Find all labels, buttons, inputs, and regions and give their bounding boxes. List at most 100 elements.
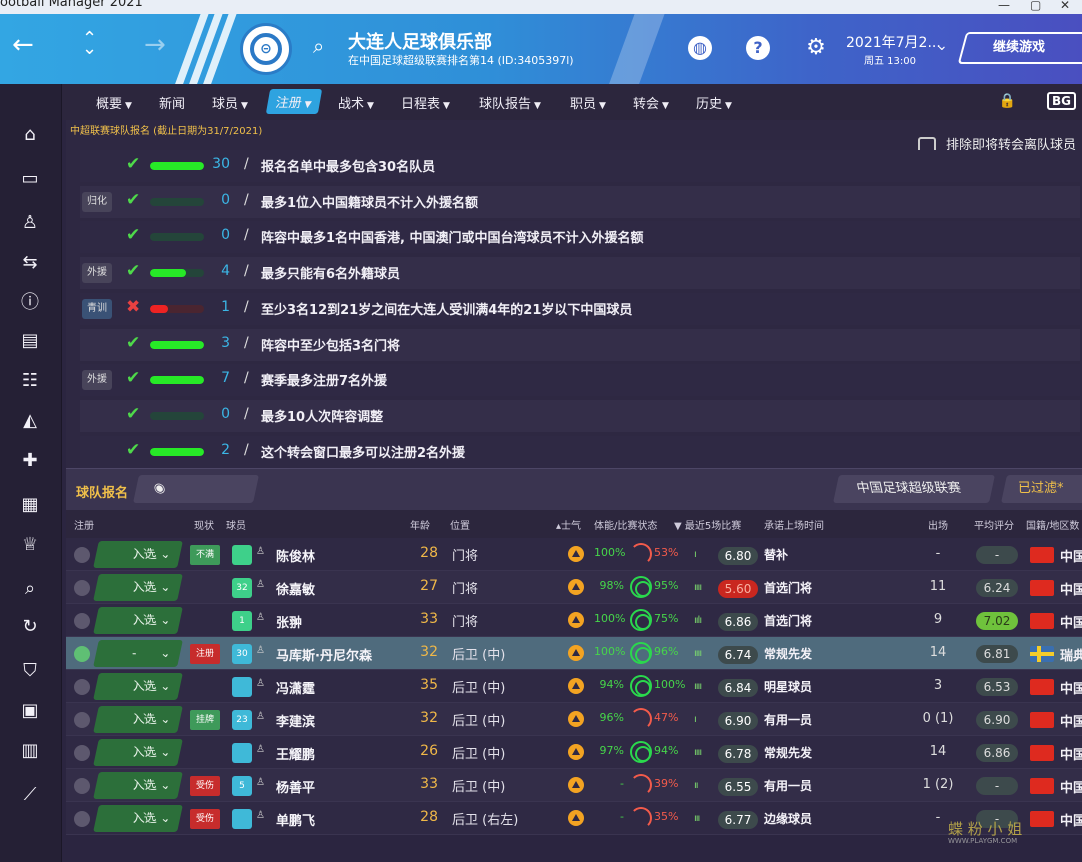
player-name[interactable]: 李建滨 <box>276 711 315 730</box>
status-badge[interactable]: 不满 <box>190 545 220 565</box>
table-row[interactable]: - ⌄ 注册 30 ♙ 马库斯·丹尼尔森 32 后卫 (中) 100% 96% ıııı 6.74 常规… <box>66 637 1082 670</box>
select-radio[interactable] <box>74 547 90 563</box>
nav-staff[interactable]: 职员 ▼ <box>570 93 606 112</box>
select-radio[interactable] <box>74 811 90 827</box>
league-dropdown[interactable]: 中国足球超级联赛 ⌄ <box>833 475 995 524</box>
select-radio[interactable] <box>74 613 90 629</box>
refresh-icon[interactable]: ↻ <box>19 616 41 638</box>
registration-pick-dropdown[interactable]: 入选 ⌄ <box>93 772 183 799</box>
registration-pick-dropdown[interactable]: 入选 ⌄ <box>93 673 183 700</box>
player-name[interactable]: 徐嘉敏 <box>276 579 315 598</box>
table-row[interactable]: 入选 ⌄ 32 ♙ 徐嘉敏 27 门将 98% 95% ıııı 5.60 首选门将 11 6.24 中国 <box>66 571 1082 604</box>
col-avg[interactable]: 平均评分 <box>974 517 1014 532</box>
col-nation[interactable]: 国籍/地区数 <box>1026 517 1079 532</box>
forward-arrow-icon[interactable]: → <box>144 30 166 60</box>
nav-transfers[interactable]: 转会 ▼ <box>633 93 669 112</box>
maximize-icon[interactable]: ▢ <box>1030 0 1041 12</box>
table-row[interactable]: 入选 ⌄ 1 ♙ 张翀 33 门将 100% 75% ıılı 6.86 首选门将 9 7.02 中国 <box>66 604 1082 637</box>
up-down-chevron-icon[interactable]: ⌃ ⌄ <box>82 30 97 58</box>
nav-tactics[interactable]: 战术 ▼ <box>338 93 374 112</box>
gear-icon[interactable]: ⚙ <box>804 36 828 60</box>
nav-history[interactable]: 历史 ▼ <box>696 93 732 112</box>
search-icon[interactable]: ⌕ <box>313 34 324 58</box>
player-name[interactable]: 杨善平 <box>276 777 315 796</box>
chevron-down-icon[interactable]: ⌄ <box>936 38 948 54</box>
registration-pick-dropdown[interactable]: 入选 ⌄ <box>93 607 183 634</box>
col-form[interactable]: ▼ 最近5场比赛 <box>674 517 741 532</box>
table-row[interactable]: 入选 ⌄ 不满 ♙ 陈俊林 28 门将 100% 53% ı 6.80 替补 - - 中国 <box>66 538 1082 571</box>
inbox-icon[interactable]: ▭ <box>19 168 41 190</box>
status-badge[interactable]: 受伤 <box>190 776 220 796</box>
select-radio[interactable] <box>74 679 90 695</box>
ball-icon[interactable]: ◍ <box>688 36 712 60</box>
info-card-icon[interactable]: ⓘ <box>19 292 41 314</box>
shirt-icon[interactable]: ♙ <box>19 212 41 234</box>
registration-pick-dropdown[interactable]: 入选 ⌄ <box>93 574 183 601</box>
back-arrow-icon[interactable]: ← <box>12 30 34 60</box>
col-pos[interactable]: 位置 <box>450 517 470 532</box>
table-row[interactable]: 入选 ⌄ 受伤 ♙ 单鹏飞 28 后卫 (右左) -35% ııı 6.77 边缘球员 - - 中国 <box>66 802 1082 835</box>
minimize-icon[interactable]: — <box>998 0 1010 12</box>
select-radio[interactable] <box>74 778 90 794</box>
player-name[interactable]: 张翀 <box>276 612 302 631</box>
home-icon[interactable]: ⌂ <box>19 124 41 146</box>
trophy-icon[interactable]: ♕ <box>19 534 41 556</box>
status-badge[interactable]: 受伤 <box>190 809 220 829</box>
col-morale[interactable]: ▴士气 <box>556 517 581 532</box>
close-icon[interactable]: ✕ <box>1060 0 1070 12</box>
finance-icon[interactable]: ▥ <box>19 740 41 762</box>
col-age[interactable]: 年龄 <box>410 517 430 532</box>
select-radio[interactable] <box>74 745 90 761</box>
nav-overview[interactable]: 概要 ▼ <box>96 93 132 112</box>
table-row[interactable]: 入选 ⌄ ♙ 冯潇霆 35 后卫 (中) 94% 100% ıııı 6.84 明星球员 3 6.53 中… <box>66 670 1082 703</box>
registration-pick-dropdown[interactable]: 入选 ⌄ <box>93 805 183 832</box>
lock-icon[interactable]: 🔒 <box>999 93 1016 109</box>
continue-button[interactable]: 继续游戏 <box>957 32 1082 64</box>
calendar-icon[interactable]: ▦ <box>19 494 41 516</box>
whistle-icon[interactable]: ◭ <box>19 410 41 432</box>
shield-icon[interactable]: ⛉ <box>19 660 41 682</box>
trend-icon[interactable]: ⟋ <box>19 784 41 806</box>
col-apps[interactable]: 出场 <box>928 517 948 532</box>
col-promise[interactable]: 承诺上场时间 <box>764 517 824 532</box>
filter-button[interactable]: 已过滤* <box>1001 475 1082 503</box>
status-badge[interactable]: 注册 <box>190 644 220 664</box>
player-name[interactable]: 陈俊林 <box>276 546 315 565</box>
col-reg[interactable]: 注册 <box>74 517 94 532</box>
nav-team-report[interactable]: 球队报告 ▼ <box>479 93 541 112</box>
club-logo[interactable]: ⊝ <box>240 23 292 75</box>
registration-pick-dropdown[interactable]: 入选 ⌄ <box>93 706 183 733</box>
bg-icon[interactable]: BG <box>1047 92 1076 110</box>
scout-search-icon[interactable]: ⌕ <box>19 578 41 600</box>
table-row[interactable]: 入选 ⌄ ♙ 王耀鹏 26 后卫 (中) 97% 94% ıııı 6.78 常规先发 14 6.86 中… <box>66 736 1082 769</box>
club-name[interactable]: 大连人足球俱乐部 <box>348 28 492 54</box>
player-name[interactable]: 马库斯·丹尼尔森 <box>276 645 372 664</box>
transfer-people-icon[interactable]: ⇆ <box>19 252 41 274</box>
help-icon[interactable]: ? <box>746 36 770 60</box>
select-radio[interactable] <box>74 712 90 728</box>
game-date[interactable]: 2021年7月2... <box>846 32 941 52</box>
briefcase-icon[interactable]: ▣ <box>19 700 41 722</box>
player-name[interactable]: 单鹏飞 <box>276 810 315 829</box>
registration-pick-dropdown[interactable]: 入选 ⌄ <box>93 739 183 766</box>
nav-registration[interactable]: 注册▼ <box>265 89 323 114</box>
col-status[interactable]: 现状 <box>194 517 214 532</box>
col-cond[interactable]: 体能/比赛状态 <box>594 517 657 532</box>
select-radio[interactable] <box>74 580 90 596</box>
registration-pick-dropdown[interactable]: - ⌄ <box>93 640 183 667</box>
nav-schedule[interactable]: 日程表 ▼ <box>401 93 450 112</box>
table-row[interactable]: 入选 ⌄ 受伤 5 ♙ 杨善平 33 后卫 (中) - 39% ıı 6.55 有用一员 1 (2) - 中国 <box>66 769 1082 802</box>
nav-news[interactable]: 新闻 <box>159 93 185 112</box>
views-dropdown[interactable]: ◉ GZ views ⌄ <box>133 475 259 552</box>
table-row[interactable]: 入选 ⌄ 挂牌 23 ♙ 李建滨 32 后卫 (中) 96% 47% ı 6.90 有用一员 0 (1) 6… <box>66 703 1082 736</box>
player-name[interactable]: 王耀鹏 <box>276 744 315 763</box>
status-badge[interactable]: 挂牌 <box>190 710 220 730</box>
player-name[interactable]: 冯潇霆 <box>276 678 315 697</box>
clipboard-icon[interactable]: ▤ <box>19 330 41 352</box>
select-radio[interactable] <box>74 646 90 662</box>
staff-icon[interactable]: ☷ <box>19 370 41 392</box>
col-player[interactable]: 球员 <box>226 517 246 532</box>
nav-players[interactable]: 球员 ▼ <box>212 93 248 112</box>
registration-pick-dropdown[interactable]: 入选 ⌄ <box>93 541 183 568</box>
medical-icon[interactable]: ✚ <box>19 450 41 472</box>
